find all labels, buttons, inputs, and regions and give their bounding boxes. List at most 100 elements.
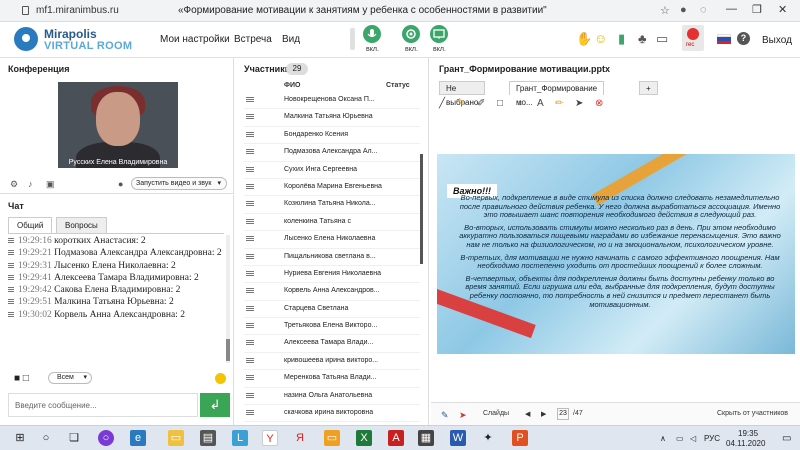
participant-row[interactable]: скачкова ирина викторовна [244,405,420,422]
drag-handle-icon[interactable] [246,307,254,309]
rectangle-tool-icon[interactable]: □ [497,98,503,109]
profile-icon[interactable]: ◌ [700,4,707,16]
emotion-icon[interactable]: ☺ [594,31,607,46]
participant-row[interactable]: Бондаренко Ксения [244,127,420,145]
maximize-button[interactable]: ❐ [752,3,762,16]
participant-row[interactable]: Королёва Марина Евгеньевна [244,179,420,197]
store-icon[interactable]: ▤ [200,430,216,446]
notifications-icon[interactable]: ▭ [782,433,791,444]
emoji-icon[interactable] [215,373,226,384]
page-number-input[interactable]: 23 [557,408,569,420]
participant-row[interactable]: Нуриева Евгения Николаевна [244,266,420,284]
exit-button[interactable]: Выход [762,35,792,46]
menu-meeting[interactable]: Встреча [234,34,272,45]
chat-scroll-thumb[interactable] [226,339,230,361]
microphone-button[interactable] [363,25,381,43]
windows-start-icon[interactable]: ⊞ [12,430,28,446]
alice-icon[interactable]: ○ [98,430,114,446]
explorer-icon[interactable]: ▭ [168,430,184,446]
drag-handle-icon[interactable] [246,290,254,292]
tab-questions[interactable]: Вопросы [56,217,107,233]
tab-none-selected[interactable]: Не выбрано [439,81,486,107]
participant-row[interactable]: Подмазова Александра Ал... [244,144,420,162]
pointer-icon[interactable]: ➤ [459,410,467,421]
pen-icon[interactable]: ✎ [441,410,449,421]
participant-row[interactable]: Третьякова Елена Викторо... [244,318,420,336]
drag-handle-icon[interactable] [246,412,254,414]
user-audio-icon[interactable]: ♪ [28,179,33,189]
menu-view[interactable]: Вид [282,34,300,45]
text-tool-icon[interactable]: A [537,98,544,109]
excel-icon[interactable]: X [356,430,372,446]
raise-hand-icon[interactable]: ✋ [576,31,592,47]
folder-icon[interactable]: ▭ [324,430,340,446]
volume-icon[interactable]: ◁ [690,434,696,443]
prev-slide-button[interactable]: ◀ [525,410,530,418]
star-icon[interactable]: ☆ [660,4,670,17]
drag-handle-icon[interactable] [246,116,254,118]
pointer-tool-icon[interactable]: ➤ [575,98,583,109]
add-tab-button[interactable]: + [639,81,658,95]
text-color-icon[interactable]: ■ □ [14,373,29,384]
camera-button[interactable] [402,25,420,43]
help-icon[interactable]: ? [737,32,750,45]
russian-flag-icon[interactable] [717,34,731,44]
edge-icon[interactable]: e [130,430,146,446]
paint-icon[interactable]: ✦ [480,430,496,446]
tray-chevron-icon[interactable]: ∧ [660,434,666,443]
drag-handle-icon[interactable] [246,255,254,257]
tab-general[interactable]: Общий [8,217,53,233]
presentation-slide[interactable]: Важно!!! Во-первых, подкрепление в виде … [437,154,795,354]
acrobat-icon[interactable]: A [388,430,404,446]
record-button[interactable]: rec [682,25,704,51]
extension-icon[interactable]: ● [680,4,687,16]
network-icon[interactable]: ▭ [676,434,684,443]
user-video-icon[interactable]: ▣ [46,179,55,190]
participant-row[interactable]: Пищальникова светлана в... [244,249,420,266]
send-button[interactable]: ↲ [200,393,230,417]
participant-row[interactable]: коленкина Татьяна с [244,214,420,232]
participant-row[interactable]: кривошеева ирина викторо... [244,353,420,371]
participant-row[interactable]: Старцева Светлана [244,301,420,319]
minimize-button[interactable]: — [726,3,737,15]
app-icon[interactable]: ▦ [418,430,434,446]
language-indicator[interactable]: РУС [704,434,720,443]
task-view-icon[interactable]: ❏ [66,430,82,446]
video-tile[interactable]: Русских Елена Владимировна [58,82,178,168]
participant-row[interactable]: Малкина Татьяна Юрьевна [244,109,420,127]
people-icon[interactable]: ♣ [638,31,647,46]
participant-row[interactable]: Меренкова Татьяна Влади... [244,370,420,388]
drag-handle-icon[interactable] [246,133,254,135]
mic-level-slider[interactable] [350,28,355,50]
drag-handle-icon[interactable] [246,238,254,240]
stats-icon[interactable]: ▮ [618,31,625,47]
marker-tool-icon[interactable]: ✐ [477,98,485,109]
clear-tool-icon[interactable]: ⊗ [595,98,603,109]
yandex-icon[interactable]: Я [292,430,308,446]
hide-from-participants-button[interactable]: Скрыть от участников [717,410,788,417]
audience-select[interactable]: Всем ▾ [48,372,92,384]
folder-icon[interactable]: ▭ [656,31,668,47]
drag-handle-icon[interactable] [246,168,254,170]
clock-date[interactable]: 04.11.2020 [726,439,765,448]
clock-time[interactable]: 19:35 [738,429,758,438]
tab-document[interactable]: Грант_Формирование мо... [509,81,605,107]
chat-message-input[interactable]: Введите сообщение... [8,393,198,417]
ellipse-tool-icon[interactable]: ○ [517,98,523,109]
menu-my-settings[interactable]: Мои настройки [160,34,230,45]
drag-handle-icon[interactable] [246,325,254,327]
fill-tool-icon[interactable]: ✏ [555,98,563,109]
drag-handle-icon[interactable] [246,359,254,361]
drag-handle-icon[interactable] [246,394,254,396]
participant-row[interactable]: Козюлина Татьяна Никола... [244,196,420,214]
search-icon[interactable]: ○ [38,430,54,446]
column-status-header[interactable]: Статус [386,82,410,89]
slides-label[interactable]: Слайды [483,410,509,417]
drag-handle-icon[interactable] [246,272,254,274]
drag-handle-icon[interactable] [246,99,254,100]
drag-handle-icon[interactable] [246,185,254,187]
screen-share-button[interactable] [430,25,448,43]
yandex-browser-icon[interactable]: Y [262,430,278,446]
drag-handle-icon[interactable] [246,220,254,222]
close-button[interactable]: ✕ [778,3,787,16]
